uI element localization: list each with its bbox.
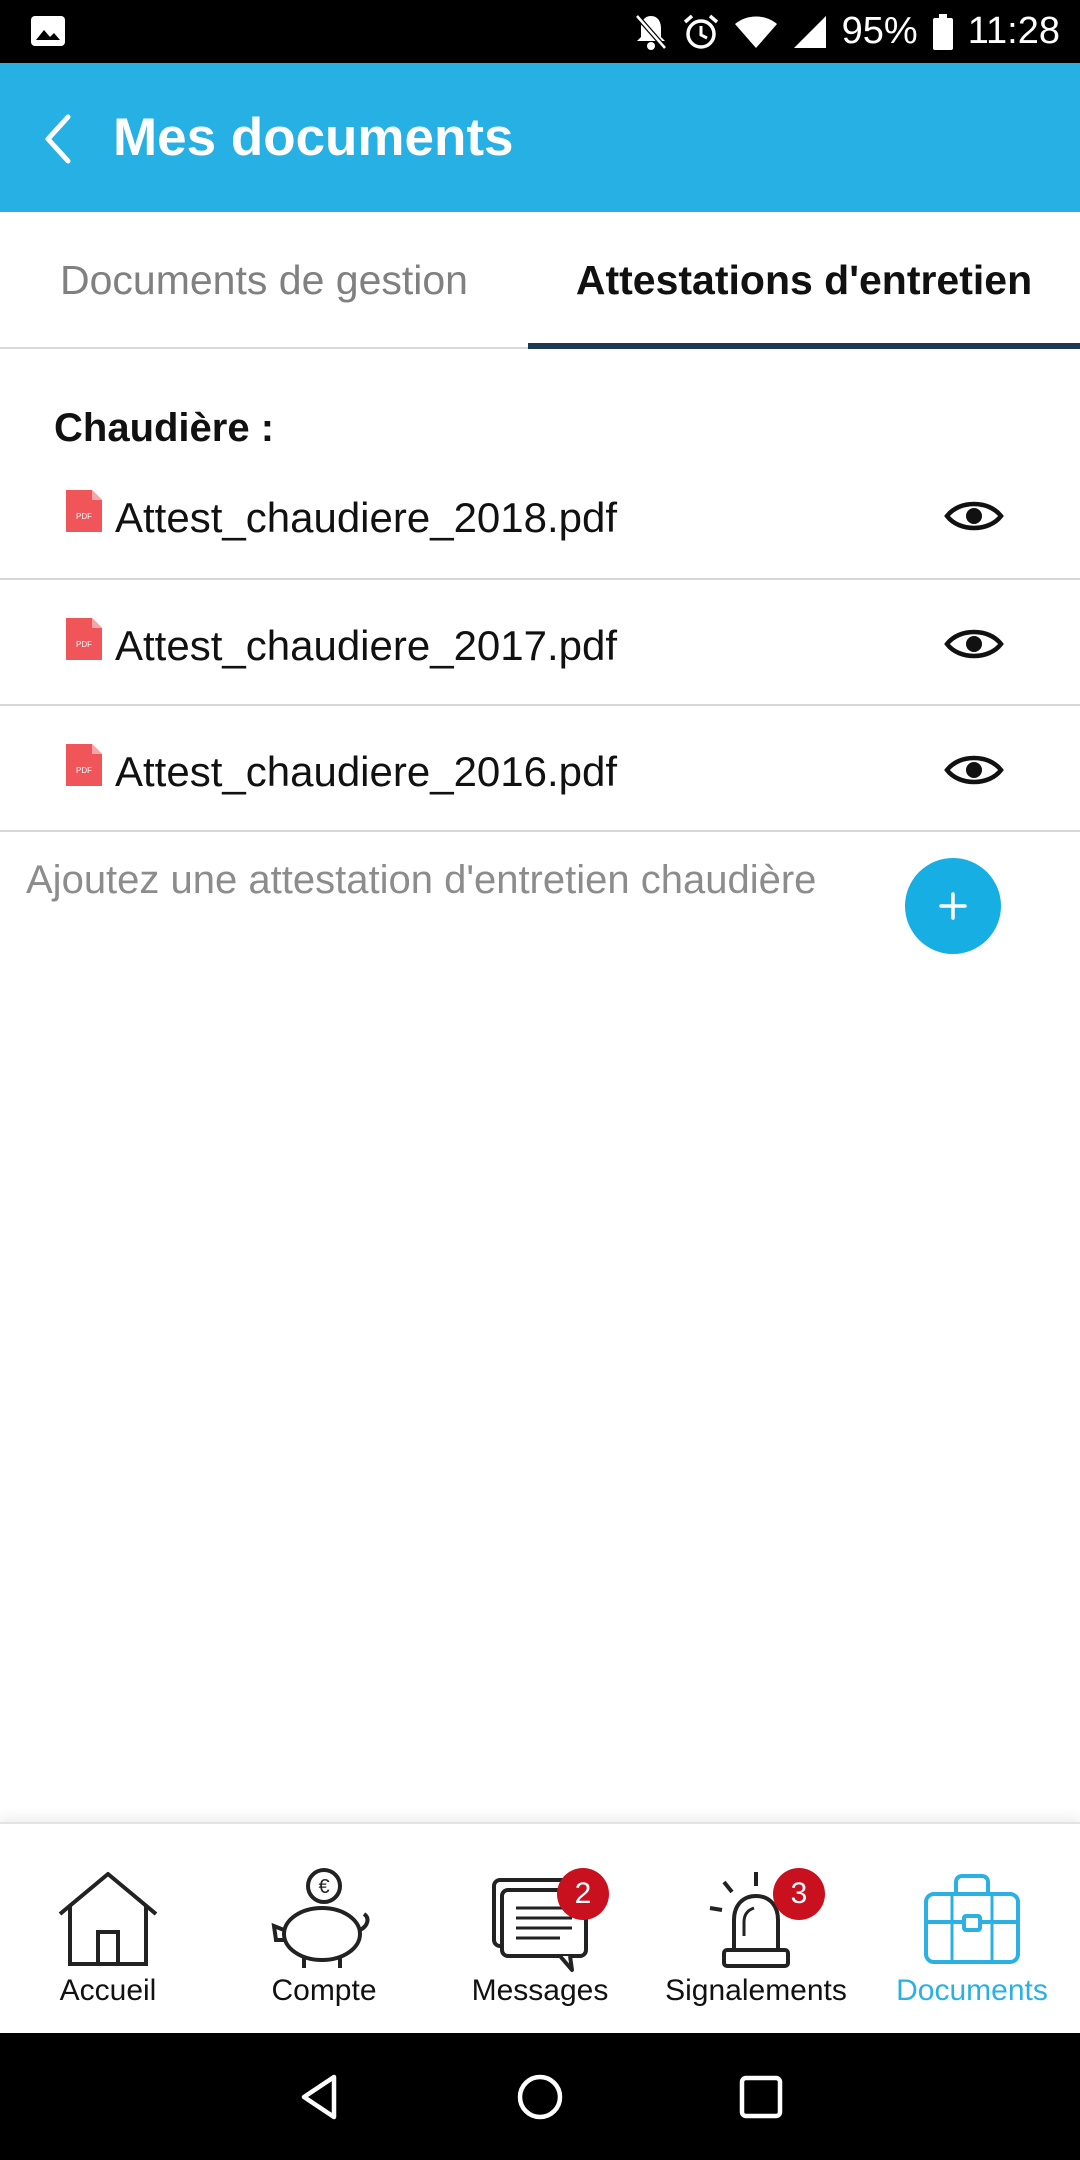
plus-icon [939,892,967,920]
section-title: Chaudière : [54,406,275,450]
svg-text:PDF: PDF [76,512,92,521]
eye-icon[interactable] [944,494,1004,538]
file-name[interactable]: Attest_chaudiere_2016.pdf [115,744,617,800]
add-attestation-button[interactable] [905,858,1001,954]
nav-label: Compte [271,1974,377,2007]
nav-label: Accueil [59,1974,157,2007]
nav-label: Messages [471,1974,609,2007]
nav-accueil[interactable]: Accueil [0,1824,216,2035]
nav-messages[interactable]: 2 Messages [432,1824,648,2035]
status-bar: 95% 11:28 [0,0,1080,63]
svg-text:€: € [318,1876,329,1898]
nav-compte[interactable]: € Compte [216,1824,432,2035]
pdf-file-icon: PDF [66,744,102,786]
nav-label: Signalements [665,1974,847,2007]
bottom-navigation: Accueil € Compte 2 Messages 3 Signalemen… [0,1822,1080,2035]
house-icon [58,1872,158,1966]
tab-attestations-entretien[interactable]: Attestations d'entretien [528,212,1080,349]
signal-icon [793,15,826,48]
page-title: Mes documents [113,108,514,167]
battery-icon [932,13,953,50]
home-circle-icon[interactable] [514,2071,566,2123]
svg-text:PDF: PDF [76,766,92,775]
wifi-icon [734,16,777,48]
file-row[interactable]: PDF Attest_chaudiere_2017.pdf [0,580,1080,706]
nav-documents[interactable]: Documents [864,1824,1080,2035]
pdf-file-icon: PDF [66,618,102,660]
file-name[interactable]: Attest_chaudiere_2018.pdf [115,490,617,546]
eye-icon[interactable] [944,622,1004,666]
back-button[interactable] [34,109,90,169]
tab-bar: Documents de gestion Attestations d'entr… [0,212,1080,349]
piggy-bank-icon: € [271,1868,370,1968]
file-name[interactable]: Attest_chaudiere_2017.pdf [115,618,617,674]
battery-level: 95% [841,10,918,52]
file-row[interactable]: PDF Attest_chaudiere_2018.pdf [0,454,1080,580]
add-attestation-label: Ajoutez une attestation d'entretien chau… [26,858,817,902]
image-icon [31,16,65,46]
clock: 11:28 [967,10,1060,52]
nav-signalements[interactable]: 3 Signalements [648,1824,864,2035]
alarm-icon [683,14,718,49]
file-row[interactable]: PDF Attest_chaudiere_2016.pdf [0,706,1080,832]
tab-indicator [528,343,1080,349]
signalements-badge: 3 [773,1868,825,1920]
briefcase-icon [924,1874,1020,1964]
bell-off-icon [634,13,667,50]
chevron-left-icon [45,114,71,164]
back-triangle-icon[interactable] [294,2071,346,2123]
messages-badge: 2 [557,1868,609,1920]
system-navigation-bar [0,2033,1080,2160]
recents-square-icon[interactable] [735,2071,787,2123]
tab-documents-de-gestion[interactable]: Documents de gestion [0,212,528,349]
nav-label: Documents [896,1974,1048,2007]
pdf-file-icon: PDF [66,490,102,532]
app-bar: Mes documents [0,63,1080,212]
eye-icon[interactable] [944,748,1004,792]
svg-text:PDF: PDF [76,640,92,649]
